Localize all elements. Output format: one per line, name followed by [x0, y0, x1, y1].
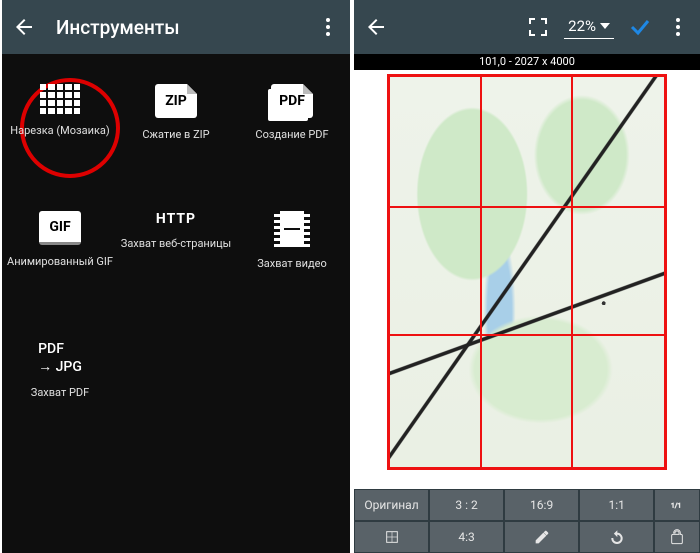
mosaic-icon [40, 84, 80, 114]
zoom-value: 22% [568, 17, 596, 35]
editor-body: 101,0 - 2027 x 4000 [354, 54, 700, 489]
one-to-one-icon: 1/1 [669, 497, 685, 513]
tool-label: Анимированный GIF [7, 255, 113, 268]
tool-pdf[interactable]: PDF Создание PDF [234, 84, 350, 141]
tool-gif[interactable]: GIF Анимированный GIF [2, 211, 118, 270]
lock-open-icon [669, 529, 685, 545]
toolbar-right: 22% [354, 0, 700, 54]
lock-button[interactable] [655, 522, 699, 552]
tool-label: Захват PDF [31, 386, 89, 399]
overflow-menu-icon[interactable] [666, 15, 690, 39]
tool-label: Захват видео [257, 257, 327, 270]
tool-label: Нарезка (Мозаика) [10, 124, 109, 137]
ratio-4-3[interactable]: 4:3 [430, 522, 503, 552]
svg-text:1/1: 1/1 [671, 502, 681, 510]
pdfjpg-line2: → JPG [38, 358, 82, 376]
chevron-down-icon [600, 23, 610, 29]
grid-icon [384, 529, 400, 545]
map-image-with-grid[interactable] [387, 74, 667, 470]
rotate-icon [609, 529, 625, 545]
pdf-icon: PDF [271, 84, 313, 118]
ratio-original[interactable]: Оригинал [355, 490, 428, 520]
canvas-area[interactable] [354, 70, 700, 489]
tool-pdf-capture[interactable]: PDF → JPG Захват PDF [2, 340, 118, 399]
page-title: Инструменты [56, 16, 316, 39]
tool-label: Сжатие в ZIP [142, 128, 209, 141]
zoom-dropdown[interactable]: 22% [564, 15, 614, 39]
pdfjpg-line1: PDF [38, 340, 82, 358]
rotate-button[interactable] [580, 522, 653, 552]
fullscreen-icon[interactable] [526, 15, 550, 39]
ratio-3-2[interactable]: 3 : 2 [430, 490, 503, 520]
ratio-1-1[interactable]: 1:1 [580, 490, 653, 520]
back-icon[interactable] [364, 15, 388, 39]
tool-video[interactable]: Захват видео [234, 211, 350, 270]
one-to-one-button[interactable]: 1/1 [655, 490, 699, 520]
grid-size-button[interactable] [355, 522, 428, 552]
tools-grid: Нарезка (Мозаика) ZIP Сжатие в ZIP PDF С… [2, 54, 350, 399]
edit-icon [534, 529, 550, 545]
toolbar-left: Инструменты [2, 0, 350, 54]
zip-icon: ZIP [155, 84, 197, 118]
tool-zip[interactable]: ZIP Сжатие в ZIP [118, 84, 234, 141]
tool-mosaic[interactable]: Нарезка (Мозаика) [2, 84, 118, 141]
overflow-menu-icon[interactable] [316, 15, 340, 39]
tool-label: Захват веб-страницы [121, 237, 231, 250]
dimensions-readout: 101,0 - 2027 x 4000 [354, 54, 700, 70]
crop-screen: 22% 101,0 - 2027 x 4000 Оригинал 3 : 2 1… [354, 0, 700, 553]
tool-http[interactable]: HTTP Захват веб-страницы [118, 211, 234, 270]
ratio-toolbar: Оригинал 3 : 2 16:9 1:1 1/1 4:3 [354, 489, 700, 553]
http-icon: HTTP [156, 211, 196, 227]
edit-button[interactable] [505, 522, 578, 552]
ratio-16-9[interactable]: 16:9 [505, 490, 578, 520]
tool-label: Создание PDF [255, 128, 328, 141]
film-icon [274, 211, 310, 247]
confirm-icon[interactable] [628, 15, 652, 39]
gif-icon: GIF [39, 211, 81, 245]
tools-screen: Инструменты Нарезка (Мозаика) ZIP Сжатие… [2, 0, 350, 553]
pdf-to-jpg-icon: PDF → JPG [38, 340, 82, 376]
back-icon[interactable] [12, 15, 36, 39]
